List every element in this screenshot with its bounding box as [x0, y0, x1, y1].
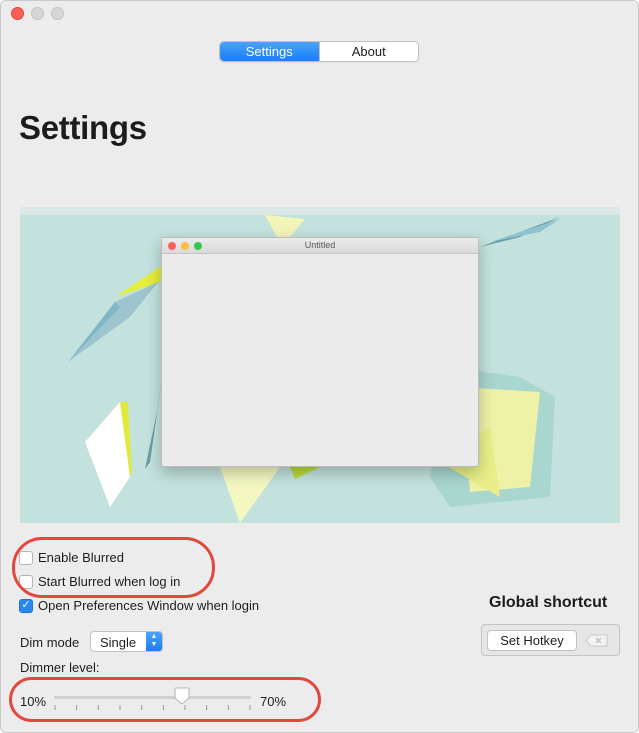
title-bar: [1, 1, 638, 27]
slider-max-label: 70%: [260, 694, 287, 709]
dimmer-level-label: Dimmer level:: [20, 660, 100, 675]
dim-mode-label: Dim mode: [20, 635, 80, 650]
open-preferences-label: Open Preferences Window when login: [38, 598, 260, 613]
start-blurred-label: Start Blurred when log in: [38, 574, 181, 589]
minimize-button[interactable]: [31, 7, 44, 20]
enable-blurred-option[interactable]: Enable Blurred: [19, 550, 124, 565]
enable-blurred-checkbox[interactable]: [19, 550, 33, 565]
tab-settings[interactable]: Settings: [220, 42, 319, 61]
desktop-preview-image: Untitled: [20, 207, 620, 523]
tab-control: Settings About: [219, 41, 419, 62]
close-button[interactable]: [11, 7, 24, 20]
dimmer-slider-knob[interactable]: [174, 687, 190, 705]
preview-window-titlebar: Untitled: [162, 238, 478, 254]
clear-hotkey-icon[interactable]: [585, 634, 609, 647]
chevron-updown-icon: ▲ ▼: [146, 632, 162, 651]
open-preferences-option[interactable]: ✓ Open Preferences Window when login: [19, 598, 259, 613]
dim-mode-select[interactable]: Single ▲ ▼: [90, 631, 163, 652]
zoom-button[interactable]: [51, 7, 64, 20]
tab-about[interactable]: About: [318, 42, 419, 61]
dimmer-slider-track[interactable]: [54, 696, 251, 699]
start-blurred-option[interactable]: Start Blurred when log in: [19, 574, 180, 589]
open-preferences-checkbox[interactable]: ✓: [19, 598, 33, 613]
preview-window-title: Untitled: [304, 240, 336, 250]
page-title: Settings: [19, 109, 147, 146]
preview-menu-bar: [20, 207, 620, 215]
dim-mode-value: Single: [100, 635, 137, 650]
global-shortcut-title: Global shortcut: [489, 594, 608, 611]
start-blurred-checkbox[interactable]: [19, 574, 33, 589]
hotkey-recorder: Set Hotkey: [481, 624, 620, 656]
preview-window: Untitled: [161, 237, 479, 467]
slider-min-label: 10%: [20, 694, 47, 709]
enable-blurred-label: Enable Blurred: [38, 550, 124, 565]
slider-ticks: [54, 705, 251, 710]
preferences-window: Settings About Settings Untitled Enable …: [0, 0, 639, 733]
set-hotkey-button[interactable]: Set Hotkey: [487, 630, 577, 651]
